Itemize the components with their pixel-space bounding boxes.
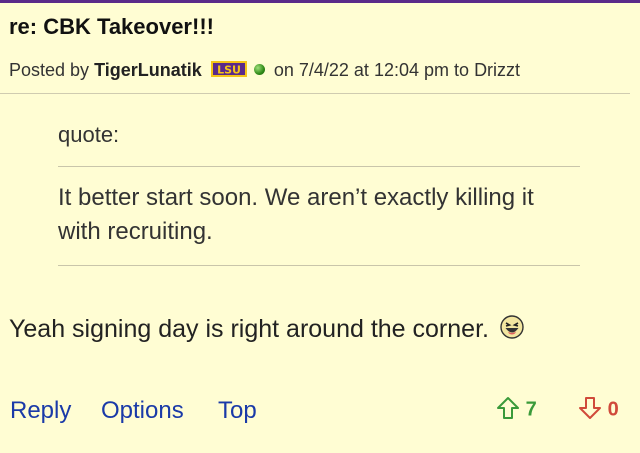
post-title: re: CBK Takeover!!!	[9, 14, 214, 39]
at-label: at	[353, 60, 369, 80]
upvote-arrow-icon	[497, 397, 519, 419]
laughing-emoji-icon	[500, 315, 524, 340]
options-link[interactable]: Options	[101, 397, 184, 425]
meta-divider	[0, 93, 630, 94]
post-body: Yeah signing day is right around the cor…	[9, 315, 524, 344]
post-meta: Posted by TigerLunatik LSU on 7/4/22 at …	[9, 60, 520, 81]
team-badge-text: LSU	[217, 64, 241, 77]
reply-link[interactable]: Reply	[10, 397, 71, 425]
quote-label: quote:	[58, 122, 120, 147]
downvote-button[interactable]: 0	[578, 397, 619, 422]
on-label: on	[273, 60, 294, 80]
top-link[interactable]: Top	[218, 397, 257, 425]
quote-top-rule	[58, 166, 580, 167]
upvote-button[interactable]: 7	[496, 397, 537, 422]
upvote-count: 7	[525, 398, 537, 421]
post-date: 7/4/22	[298, 60, 349, 80]
post-body-text: Yeah signing day is right around the cor…	[9, 315, 489, 343]
post-time: 12:04 pm	[373, 60, 450, 80]
downvote-count: 0	[607, 398, 619, 421]
quote-bottom-rule	[58, 265, 580, 266]
author-link[interactable]: TigerLunatik	[94, 60, 202, 80]
to-label: to	[454, 60, 470, 80]
recipient-link[interactable]: Drizzt	[474, 60, 520, 80]
posted-by-label: Posted by	[9, 60, 90, 80]
online-status-icon	[253, 63, 265, 75]
downvote-arrow-icon	[579, 397, 601, 419]
top-border	[0, 0, 640, 3]
quote-text: It better start soon. We aren’t exactly …	[58, 184, 534, 245]
lsu-team-badge-icon: LSU	[210, 61, 247, 78]
